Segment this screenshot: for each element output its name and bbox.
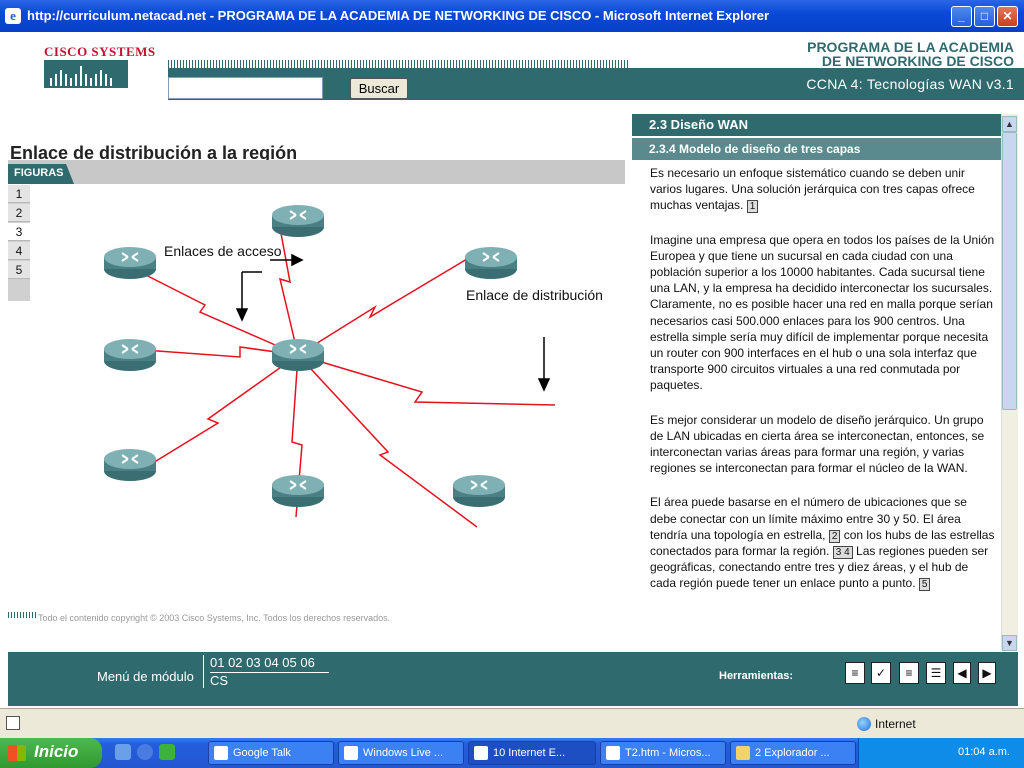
tools-label: Herramientas: [719, 670, 793, 682]
router-br [452, 474, 506, 508]
cisco-logo: CISCO SYSTEMS [44, 44, 156, 95]
program-title: PROGRAMA DE LA ACADEMIA DE NETWORKING DE… [807, 39, 1014, 69]
window-titlebar[interactable]: e http://curriculum.netacad.net - PROGRA… [0, 0, 1024, 32]
label-access-links: Enlaces de acceso [164, 243, 282, 259]
zone-label: Internet [875, 717, 916, 731]
media-player-icon[interactable] [137, 744, 153, 760]
glossary-icon[interactable]: ☰ [926, 662, 946, 684]
figure-link-1[interactable]: 1 [746, 200, 759, 214]
ie-quicklaunch-icon[interactable] [115, 744, 131, 760]
copyright-text: Todo el contenido copyright © 2003 Cisco… [38, 613, 391, 623]
task-explorer[interactable]: 2 Explorador ... [730, 741, 856, 765]
start-button[interactable]: Inicio [0, 738, 102, 768]
cisco-bars-icon [44, 60, 128, 88]
figures-bar [8, 160, 625, 184]
checklist-icon[interactable]: ✓ [871, 662, 891, 684]
messenger-icon[interactable] [159, 744, 175, 760]
task-internet-explorer[interactable]: 10 Internet E... [468, 741, 596, 765]
task-google-talk[interactable]: Google Talk [208, 741, 334, 765]
router-tl [103, 246, 157, 280]
figure-button-3[interactable]: 3 [8, 223, 30, 241]
header-dots [168, 60, 628, 68]
globe-icon [857, 717, 871, 731]
figure-link-2[interactable]: 2 [828, 529, 841, 543]
paragraph-3: Es mejor considerar un modelo de diseño … [650, 412, 985, 476]
window-title: http://curriculum.netacad.net - PROGRAMA… [27, 8, 770, 23]
clock: 01:04 a.m. [958, 746, 1010, 758]
router-bottom [271, 474, 325, 508]
subsection-heading: 2.3.4 Modelo de diseño de tres capas [632, 138, 1001, 160]
minimize-button[interactable]: _ [951, 6, 972, 27]
figure-button-1[interactable]: 1 [8, 185, 30, 203]
copyright-dots [8, 612, 38, 618]
next-icon[interactable]: ▶ [978, 662, 996, 684]
document-icon[interactable]: ≡ [845, 662, 865, 684]
router-top [271, 204, 325, 238]
router-ml [103, 338, 157, 372]
ie-task-icon [474, 746, 488, 760]
figure-button-5[interactable]: 5 [8, 261, 30, 279]
ie-icon: e [5, 8, 21, 24]
figures-tab: FIGURAS [8, 164, 74, 184]
paragraph-1: Es necesario un enfoque sistemático cuan… [650, 166, 975, 213]
windows-flag-icon [8, 745, 26, 761]
figure-button-2[interactable]: 2 [8, 204, 30, 222]
figure-link-3-4[interactable]: 3 4 [832, 546, 853, 560]
router-tr [464, 246, 518, 280]
folder-icon [736, 746, 750, 760]
page-icon [6, 716, 20, 730]
module-numbers[interactable]: 01 02 03 04 05 06 CS [203, 655, 329, 688]
router-bl [103, 448, 157, 482]
course-title: CCNA 4: Tecnologías WAN v3.1 [806, 76, 1014, 92]
maximize-button[interactable]: □ [974, 6, 995, 27]
chat-icon [214, 746, 228, 760]
scroll-up-icon[interactable]: ▲ [1002, 116, 1017, 132]
figure-button-4[interactable]: 4 [8, 242, 30, 260]
ie-statusbar: Internet [0, 708, 1024, 738]
module-links[interactable]: 01 02 03 04 05 06 [210, 655, 329, 673]
label-distribution-link: Enlace de distribución [466, 287, 603, 303]
task-windows-live[interactable]: Windows Live ... [338, 741, 464, 765]
notes-icon[interactable]: ≡ [899, 662, 919, 684]
live-icon [344, 746, 358, 760]
close-button[interactable]: ✕ [997, 6, 1018, 27]
module-menu-label: Menú de módulo [97, 669, 194, 684]
cs-link[interactable]: CS [210, 673, 329, 688]
router-hub [271, 338, 325, 372]
section-heading: 2.3 Diseño WAN [632, 114, 1001, 136]
search-input[interactable] [168, 77, 323, 99]
previous-icon[interactable]: ◀ [953, 662, 971, 684]
scroll-down-icon[interactable]: ▼ [1002, 635, 1017, 651]
network-figure [103, 204, 556, 528]
search-button[interactable]: Buscar [350, 78, 408, 99]
page-content: CISCO SYSTEMS PROGRAMA DE LA ACADEMIA DE… [0, 32, 1024, 708]
task-word[interactable]: T2.htm - Micros... [600, 741, 726, 765]
scroll-thumb[interactable] [1002, 132, 1017, 410]
figure-link-5[interactable]: 5 [918, 578, 931, 592]
panel-body: Es necesario un enfoque sistemático cuan… [650, 165, 995, 610]
paragraph-2: Imagine una empresa que opera en todos l… [650, 232, 995, 393]
word-icon [606, 746, 620, 760]
